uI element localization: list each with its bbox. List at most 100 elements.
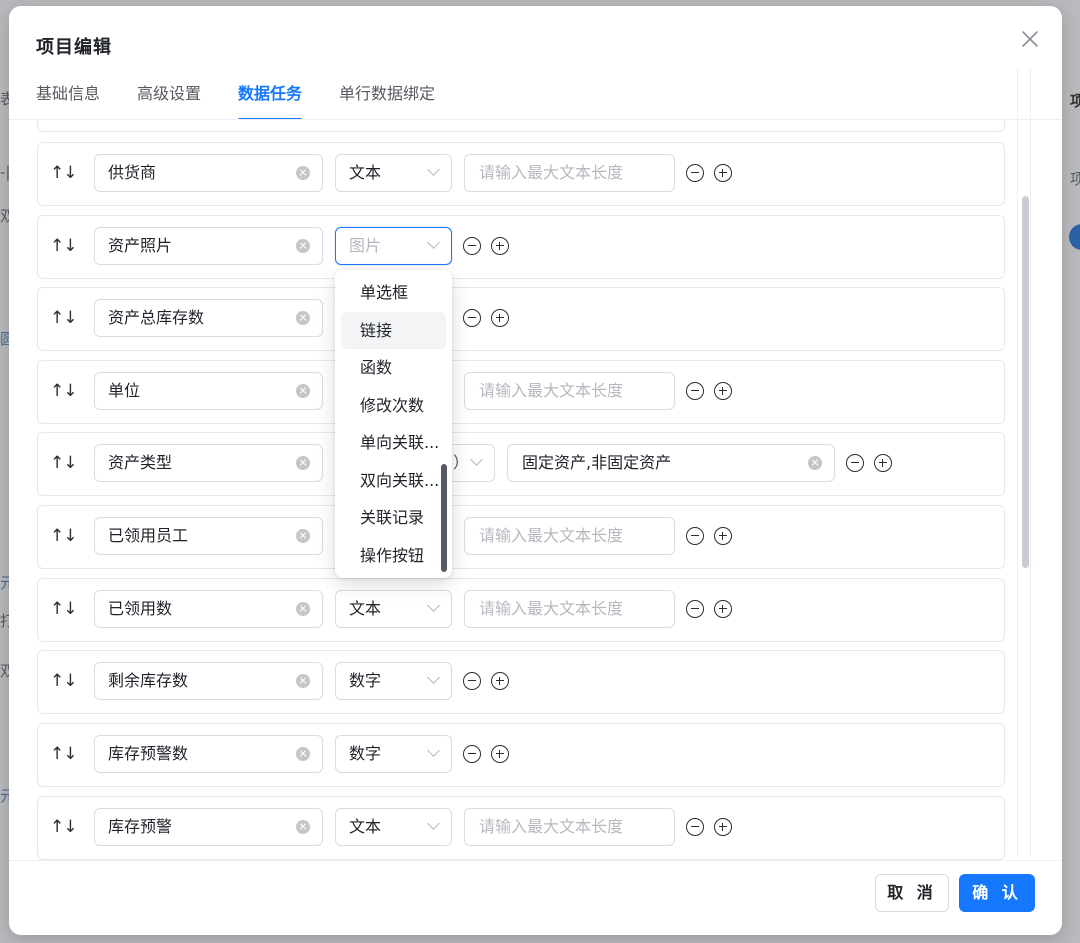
sort-arrows-icon[interactable]: ↑↓ xyxy=(50,817,77,837)
remove-row-icon[interactable] xyxy=(846,454,864,472)
add-row-icon[interactable] xyxy=(491,672,509,690)
field-type-select[interactable]: 文本 xyxy=(335,808,452,846)
chevron-down-icon xyxy=(427,599,440,612)
dropdown-option[interactable]: 修改次数 xyxy=(341,387,446,425)
max-length-input[interactable]: 请输入最大文本长度 xyxy=(464,372,675,410)
field-name-input[interactable]: 资产类型 xyxy=(94,444,323,482)
field-name-value: 库存预警数 xyxy=(108,744,189,763)
sort-arrows-icon[interactable]: ↑↓ xyxy=(50,526,77,546)
cancel-button[interactable]: 取 消 xyxy=(875,874,949,912)
tab-data-tasks[interactable]: 数据任务 xyxy=(238,82,303,122)
field-row: ↑↓ 已领用数 文本 请输入最大文本长度 xyxy=(37,578,1005,642)
add-row-icon[interactable] xyxy=(714,382,732,400)
max-length-input[interactable]: 请输入最大文本长度 xyxy=(464,590,675,628)
sort-arrows-icon[interactable]: ↑↓ xyxy=(50,308,77,328)
dropdown-option[interactable]: 单向关联... xyxy=(341,424,446,462)
field-type-value: 文本 xyxy=(349,817,382,836)
field-name-value: 剩余库存数 xyxy=(108,671,189,690)
field-name-input[interactable]: 资产总库存数 xyxy=(94,299,323,337)
clear-icon[interactable] xyxy=(296,384,310,398)
add-row-icon[interactable] xyxy=(491,309,509,327)
add-row-icon[interactable] xyxy=(714,600,732,618)
max-length-input[interactable]: 请输入最大文本长度 xyxy=(464,808,675,846)
clear-icon[interactable] xyxy=(808,456,822,470)
remove-row-icon[interactable] xyxy=(463,672,481,690)
footer-divider xyxy=(9,860,1062,861)
field-type-select[interactable]: 数字 xyxy=(335,662,452,700)
clear-icon[interactable] xyxy=(296,602,310,616)
dropdown-option[interactable]: 链接 xyxy=(341,311,446,349)
field-type-value: 数字 xyxy=(349,744,382,763)
remove-row-icon[interactable] xyxy=(686,164,704,182)
remove-row-icon[interactable] xyxy=(463,745,481,763)
sort-arrows-icon[interactable]: ↑↓ xyxy=(50,453,77,473)
dropdown-option[interactable]: 操作按钮 xyxy=(341,537,446,575)
field-name-input[interactable]: 已领用数 xyxy=(94,590,323,628)
add-row-icon[interactable] xyxy=(491,237,509,255)
field-type-value-partial: ） xyxy=(453,453,470,472)
dropdown-option[interactable]: 双向关联... xyxy=(341,462,446,500)
field-type-dropdown: 单选框 链接 函数 修改次数 单向关联... 双向关联... 关联记录 操作按钮 xyxy=(335,270,452,578)
tab-single-row-binding[interactable]: 单行数据绑定 xyxy=(339,82,435,122)
confirm-button[interactable]: 确 认 xyxy=(959,874,1035,912)
field-name-input[interactable]: 已领用员工 xyxy=(94,517,323,555)
clear-icon[interactable] xyxy=(296,311,310,325)
clear-icon[interactable] xyxy=(296,239,310,253)
remove-row-icon[interactable] xyxy=(463,237,481,255)
sort-arrows-icon[interactable]: ↑↓ xyxy=(50,236,77,256)
remove-row-icon[interactable] xyxy=(686,382,704,400)
sort-arrows-icon[interactable]: ↑↓ xyxy=(50,744,77,764)
close-icon[interactable] xyxy=(1017,26,1043,52)
dropdown-option[interactable]: 函数 xyxy=(341,349,446,387)
clear-icon[interactable] xyxy=(296,747,310,761)
max-length-input[interactable]: 请输入最大文本长度 xyxy=(464,154,675,192)
field-name-input[interactable]: 库存预警数 xyxy=(94,735,323,773)
field-row: ↑↓ 库存预警 文本 请输入最大文本长度 xyxy=(37,796,1005,860)
tab-advanced-settings[interactable]: 高级设置 xyxy=(137,82,201,122)
remove-row-icon[interactable] xyxy=(686,527,704,545)
remove-row-icon[interactable] xyxy=(686,818,704,836)
field-name-input[interactable]: 库存预警 xyxy=(94,808,323,846)
field-type-value: 数字 xyxy=(349,671,382,690)
field-type-select[interactable]: 文本 xyxy=(335,590,452,628)
clear-icon[interactable] xyxy=(296,820,310,834)
remove-row-icon[interactable] xyxy=(686,600,704,618)
field-type-value: 文本 xyxy=(349,599,382,618)
background-text-fragment: 项 xyxy=(1070,170,1080,188)
add-row-icon[interactable] xyxy=(714,818,732,836)
clear-icon[interactable] xyxy=(296,674,310,688)
tab-basic-info[interactable]: 基础信息 xyxy=(36,82,100,122)
sort-arrows-icon[interactable]: ↑↓ xyxy=(50,671,77,691)
add-row-icon[interactable] xyxy=(874,454,892,472)
add-row-icon[interactable] xyxy=(714,164,732,182)
options-input[interactable]: 固定资产,非固定资产 xyxy=(507,444,835,482)
remove-row-icon[interactable] xyxy=(463,309,481,327)
dropdown-option[interactable]: 关联记录 xyxy=(341,499,446,537)
sort-arrows-icon[interactable]: ↑↓ xyxy=(50,381,77,401)
field-name-value: 资产总库存数 xyxy=(108,308,205,327)
sort-arrows-icon[interactable]: ↑↓ xyxy=(50,163,77,183)
field-type-select[interactable]: 文本 xyxy=(335,154,452,192)
content-scrollbar-thumb[interactable] xyxy=(1022,196,1029,568)
field-name-input[interactable]: 资产照片 xyxy=(94,227,323,265)
add-row-icon[interactable] xyxy=(491,745,509,763)
dropdown-option[interactable]: 单选框 xyxy=(341,274,446,312)
field-name-input[interactable]: 剩余库存数 xyxy=(94,662,323,700)
field-name-value: 已领用数 xyxy=(108,599,173,618)
field-type-select[interactable]: 数字 xyxy=(335,735,452,773)
clear-icon[interactable] xyxy=(296,456,310,470)
dropdown-scrollbar[interactable] xyxy=(441,464,447,572)
field-name-input[interactable]: 供货商 xyxy=(94,154,323,192)
field-row: ↑↓ 资产照片 图片 xyxy=(37,215,1005,279)
sort-arrows-icon[interactable]: ↑↓ xyxy=(50,599,77,619)
field-name-value: 资产类型 xyxy=(108,453,173,472)
add-row-icon[interactable] xyxy=(714,527,732,545)
chevron-down-icon xyxy=(427,236,440,249)
field-type-select[interactable]: 图片 xyxy=(335,227,452,265)
field-name-value: 库存预警 xyxy=(108,817,173,836)
clear-icon[interactable] xyxy=(296,529,310,543)
field-row: ↑↓ 已领用员工 请输入最大文本长度 xyxy=(37,505,1005,569)
clear-icon[interactable] xyxy=(296,166,310,180)
max-length-input[interactable]: 请输入最大文本长度 xyxy=(464,517,675,555)
field-name-input[interactable]: 单位 xyxy=(94,372,323,410)
